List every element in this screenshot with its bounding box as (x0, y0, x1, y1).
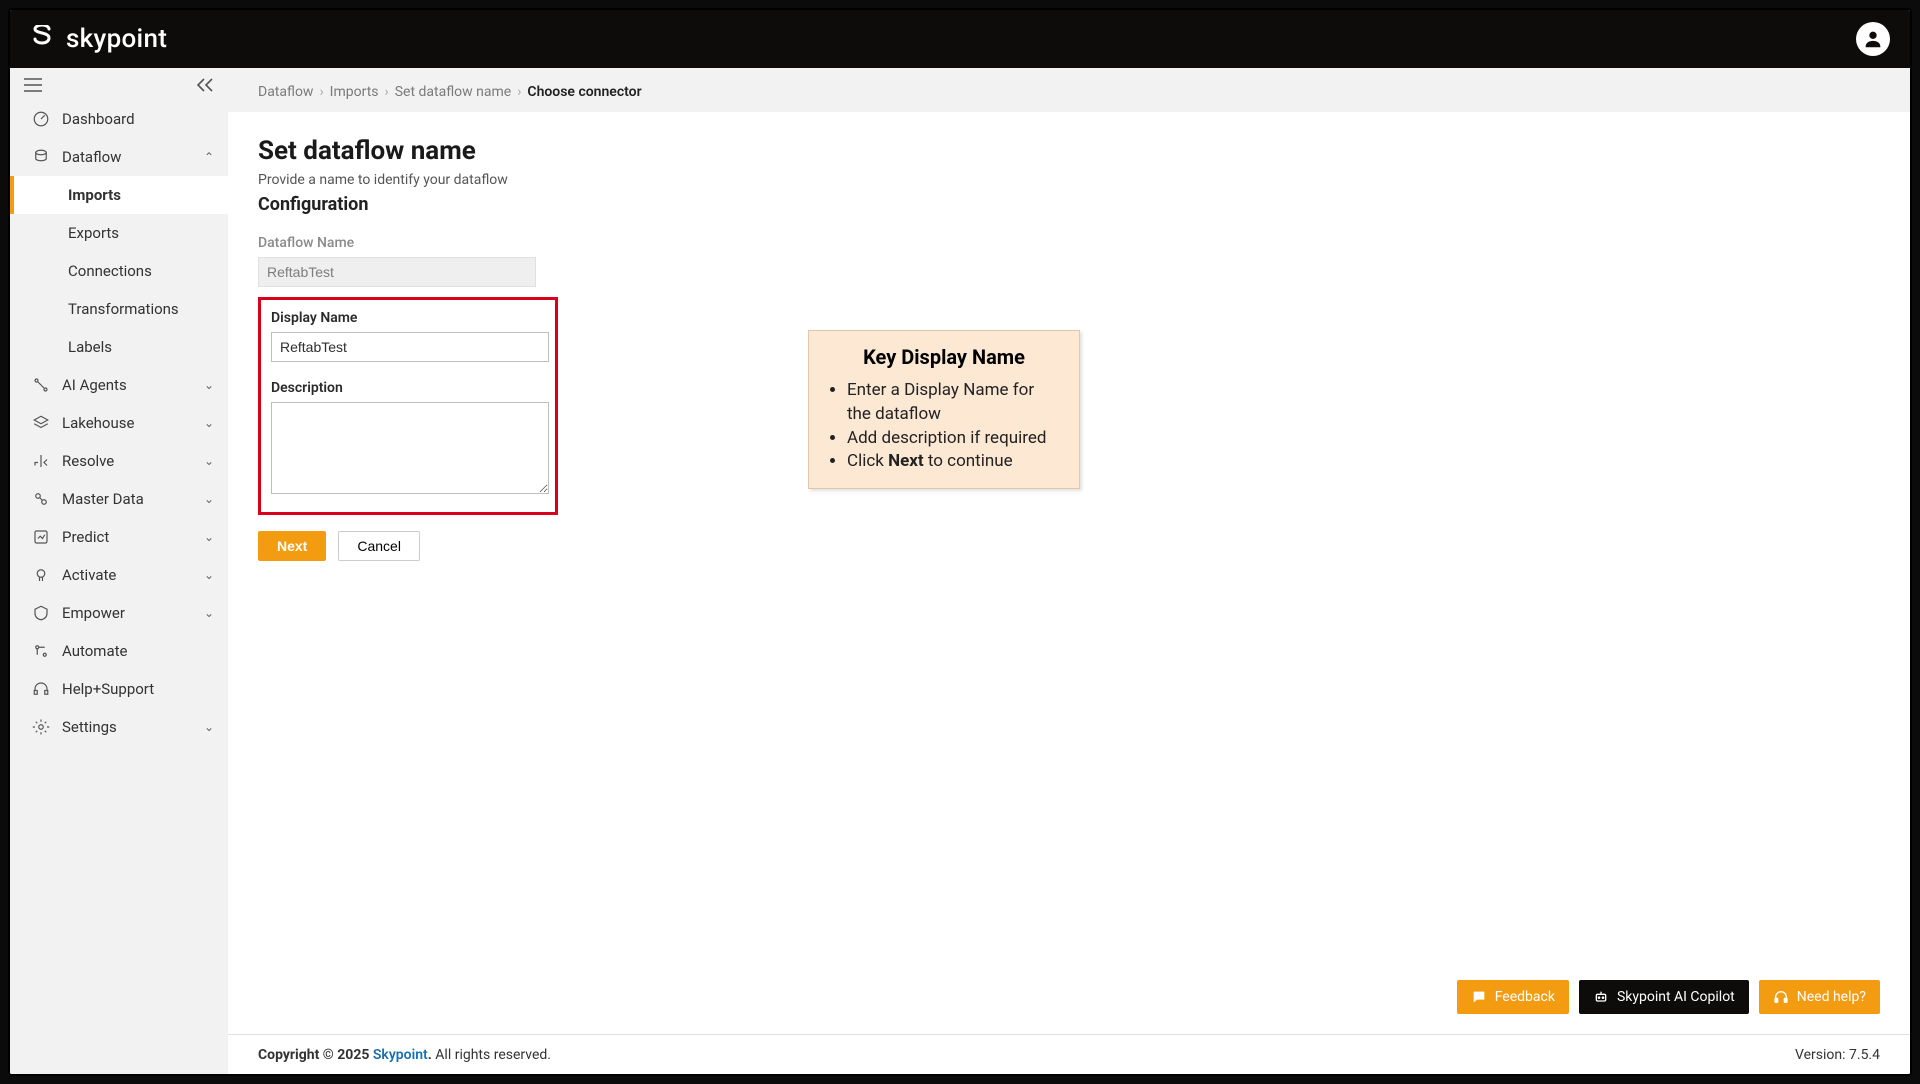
sidebar-item-label: Imports (68, 186, 121, 204)
sidebar-item-label: Master Data (62, 490, 144, 508)
sidebar-item-activate[interactable]: Activate ⌄ (10, 556, 228, 594)
sidebar-item-label: Transformations (68, 300, 179, 318)
section-heading: Configuration (258, 194, 1880, 215)
highlight-box: Display Name Description (258, 297, 558, 515)
sidebar-item-label: Connections (68, 262, 152, 280)
sidebar-item-label: Labels (68, 338, 112, 356)
sidebar-item-label: AI Agents (62, 376, 127, 394)
sidebar-item-label: Automate (62, 642, 127, 660)
brand-text: skypoint (66, 24, 167, 54)
chevron-down-icon: ⌄ (204, 606, 214, 620)
settings-icon (32, 718, 50, 736)
lakehouse-icon (32, 414, 50, 432)
chevron-down-icon: ⌄ (204, 720, 214, 734)
feedback-label: Feedback (1495, 989, 1555, 1005)
chevron-up-icon: ⌃ (204, 150, 214, 164)
sidebar-item-label: Predict (62, 528, 109, 546)
user-icon (1862, 28, 1884, 50)
sidebar-item-ai-agents[interactable]: AI Agents ⌄ (10, 366, 228, 404)
callout-bullet: Add description if required (847, 427, 1061, 451)
sidebar-item-resolve[interactable]: Resolve ⌄ (10, 442, 228, 480)
sidebar-item-lakehouse[interactable]: Lakehouse ⌄ (10, 404, 228, 442)
bot-icon (1593, 989, 1609, 1005)
chevron-down-icon: ⌄ (204, 416, 214, 430)
dataflow-name-input (258, 257, 536, 287)
callout-bullet: Enter a Display Name for the dataflow (847, 379, 1061, 427)
chevron-down-icon: ⌄ (204, 492, 214, 506)
hint-callout: Key Display Name Enter a Display Name fo… (808, 330, 1080, 489)
sidebar-item-master-data[interactable]: Master Data ⌄ (10, 480, 228, 518)
breadcrumb: Dataflow›Imports›Set dataflow name›Choos… (228, 68, 1910, 112)
footer-brand-link[interactable]: Skypoint (373, 1047, 428, 1063)
sidebar-item-label: Help+Support (62, 680, 154, 698)
help-support-icon (32, 680, 50, 698)
breadcrumb-item: Choose connector (527, 84, 641, 100)
sidebar: Dashboard Dataflow ⌃ Imports Exports Connecti… (10, 68, 228, 1074)
sidebar-item-label: Dataflow (62, 148, 121, 166)
page-content: Set dataflow name Provide a name to iden… (228, 112, 1910, 1074)
breadcrumb-item[interactable]: Imports (330, 84, 379, 100)
cancel-button[interactable]: Cancel (338, 531, 420, 561)
dashboard-icon (32, 110, 50, 128)
menu-icon[interactable] (24, 78, 42, 92)
page-title: Set dataflow name (258, 136, 1880, 166)
chevron-down-icon: ⌄ (204, 568, 214, 582)
callout-bullet: Click Next to continue (847, 450, 1061, 474)
activate-icon (32, 566, 50, 584)
sidebar-item-settings[interactable]: Settings ⌄ (10, 708, 228, 746)
sidebar-item-dataflow[interactable]: Dataflow ⌃ (10, 138, 228, 176)
sidebar-item-transformations[interactable]: Transformations (10, 290, 228, 328)
display-name-input[interactable] (271, 332, 549, 362)
feedback-button[interactable]: Feedback (1457, 980, 1569, 1014)
brand-logo-icon (30, 25, 54, 53)
collapse-sidebar-icon[interactable] (196, 78, 214, 92)
ai-agents-icon (32, 376, 50, 394)
brand: skypoint (30, 24, 167, 54)
callout-title: Key Display Name (827, 345, 1061, 369)
footer-version: Version: 7.5.4 (1795, 1047, 1880, 1063)
description-label: Description (271, 380, 545, 396)
breadcrumb-item[interactable]: Set dataflow name (395, 84, 511, 100)
dataflow-name-label: Dataflow Name (258, 235, 1880, 251)
copilot-button[interactable]: Skypoint AI Copilot (1579, 980, 1749, 1014)
dataflow-icon (32, 148, 50, 166)
sidebar-item-help-support[interactable]: Help+Support (10, 670, 228, 708)
sidebar-item-label: Resolve (62, 452, 114, 470)
sidebar-item-exports[interactable]: Exports (10, 214, 228, 252)
chevron-down-icon: ⌄ (204, 454, 214, 468)
chat-icon (1471, 989, 1487, 1005)
sidebar-item-dashboard[interactable]: Dashboard (10, 100, 228, 138)
empower-icon (32, 604, 50, 622)
sidebar-item-predict[interactable]: Predict ⌄ (10, 518, 228, 556)
next-button[interactable]: Next (258, 531, 326, 561)
page-subtitle: Provide a name to identify your dataflow (258, 172, 1880, 188)
sidebar-item-labels[interactable]: Labels (10, 328, 228, 366)
avatar[interactable] (1856, 22, 1890, 56)
display-name-label: Display Name (271, 310, 545, 326)
chevron-down-icon: ⌄ (204, 530, 214, 544)
predict-icon (32, 528, 50, 546)
master-data-icon (32, 490, 50, 508)
sidebar-item-imports[interactable]: Imports (10, 176, 228, 214)
sidebar-item-label: Lakehouse (62, 414, 134, 432)
footer-copyright: Copyright © 2025 Skypoint. All rights re… (258, 1047, 551, 1063)
resolve-icon (32, 452, 50, 470)
sidebar-item-connections[interactable]: Connections (10, 252, 228, 290)
sidebar-item-label: Exports (68, 224, 119, 242)
sidebar-item-label: Activate (62, 566, 116, 584)
headset-icon (1773, 989, 1789, 1005)
breadcrumb-item[interactable]: Dataflow (258, 84, 313, 100)
description-textarea[interactable] (271, 402, 549, 494)
copilot-label: Skypoint AI Copilot (1617, 989, 1735, 1005)
topbar: skypoint (10, 10, 1910, 68)
need-help-label: Need help? (1797, 989, 1866, 1005)
sidebar-item-empower[interactable]: Empower ⌄ (10, 594, 228, 632)
chevron-down-icon: ⌄ (204, 378, 214, 392)
sidebar-item-label: Settings (62, 718, 117, 736)
sidebar-item-label: Empower (62, 604, 125, 622)
automate-icon (32, 642, 50, 660)
need-help-button[interactable]: Need help? (1759, 980, 1880, 1014)
sidebar-item-label: Dashboard (62, 110, 135, 128)
sidebar-item-automate[interactable]: Automate (10, 632, 228, 670)
